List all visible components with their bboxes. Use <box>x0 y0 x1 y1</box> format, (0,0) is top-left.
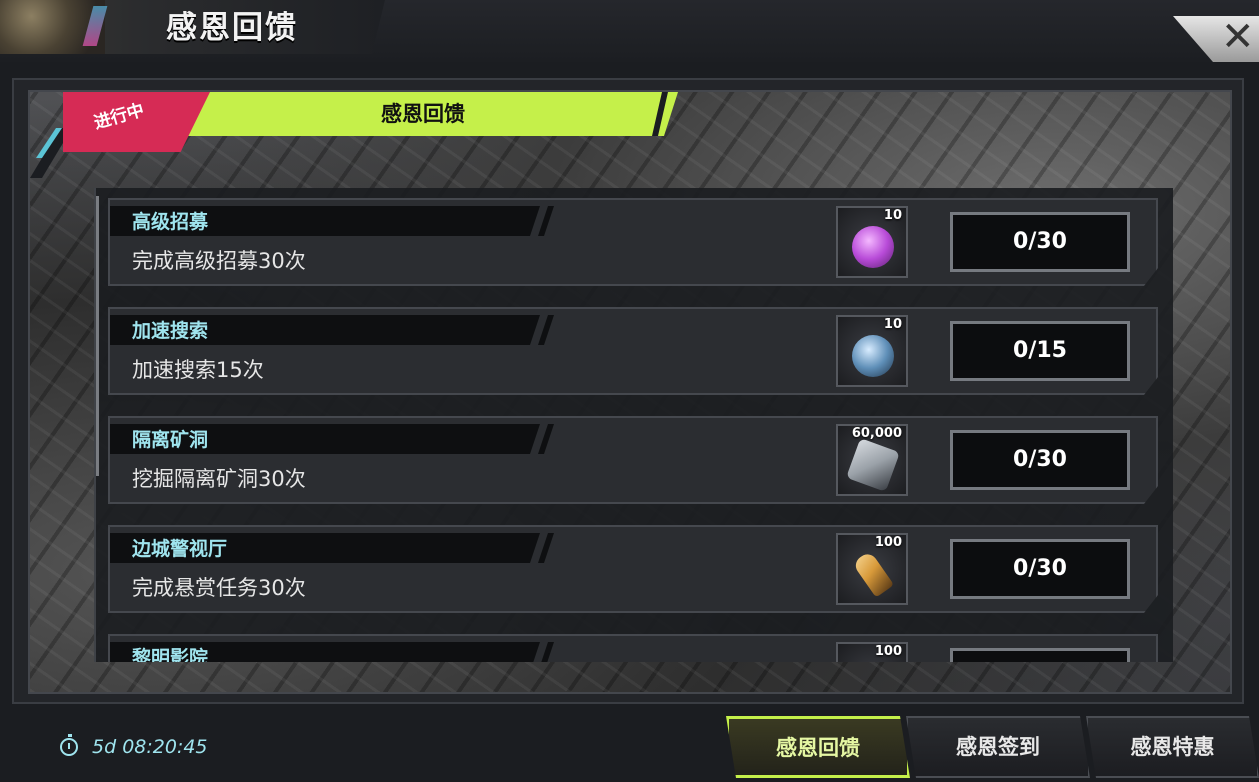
task-title: 高级招募 <box>132 211 209 233</box>
task-title-slash <box>538 206 554 236</box>
character-portrait <box>0 0 105 54</box>
reward-count: 100 <box>874 535 902 550</box>
tab-checkin[interactable]: 感恩签到 <box>906 716 1090 778</box>
reward-count: 10 <box>883 208 902 223</box>
task-title: 黎明影院 <box>132 647 209 662</box>
task-title: 边城警视厅 <box>132 538 228 560</box>
ore-icon <box>846 438 900 492</box>
status-badge-label: 进行中 <box>91 100 147 134</box>
task-title: 隔离矿洞 <box>132 429 209 451</box>
recruit-token-icon <box>852 226 894 268</box>
task-title-slash <box>538 533 554 563</box>
tab-feedback[interactable]: 感恩回馈 <box>726 716 910 778</box>
reward-count: 10 <box>883 317 902 332</box>
task-title-slash <box>538 424 554 454</box>
task-progress: 0/30 <box>950 539 1130 599</box>
event-timer: 5d 08:20:45 <box>92 736 208 758</box>
reward-item[interactable]: 10 <box>836 206 908 278</box>
reward-count: 60,000 <box>851 426 902 441</box>
task-progress <box>950 648 1130 662</box>
speedup-token-icon <box>852 335 894 377</box>
reward-item[interactable]: 10 <box>836 315 908 387</box>
bullet-icon <box>852 550 894 597</box>
scrollbar[interactable] <box>96 196 99 476</box>
task-progress: 0/15 <box>950 321 1130 381</box>
task-row: 边城警视厅 完成悬赏任务30次 100 0/30 <box>108 525 1158 613</box>
tab-special-offer[interactable]: 感恩特惠 <box>1086 716 1259 778</box>
task-progress: 0/30 <box>950 430 1130 490</box>
reward-item[interactable]: 100 <box>836 533 908 605</box>
task-description: 加速搜索15次 <box>132 358 264 382</box>
task-description: 挖掘隔离矿洞30次 <box>132 467 306 491</box>
task-progress: 0/30 <box>950 212 1130 272</box>
task-row: 高级招募 完成高级招募30次 10 0/30 <box>108 198 1158 286</box>
close-icon: ✕ <box>1221 14 1255 60</box>
task-row: 隔离矿洞 挖掘隔离矿洞30次 60,000 0/30 <box>108 416 1158 504</box>
reward-count: 100 <box>874 644 902 659</box>
title-tab: 感恩回馈 <box>0 0 385 54</box>
task-row: 黎明影院 100 <box>108 634 1158 662</box>
reward-item[interactable]: 100 <box>836 642 908 662</box>
event-banner-title: 感恩回馈 <box>381 102 465 126</box>
stopwatch-icon <box>60 734 78 756</box>
task-list[interactable]: 高级招募 完成高级招募30次 10 0/30 加速搜索 加速搜索15次 10 0… <box>94 188 1173 662</box>
window-title: 感恩回馈 <box>166 10 298 46</box>
task-title: 加速搜索 <box>132 320 209 342</box>
task-row: 加速搜索 加速搜索15次 10 0/15 <box>108 307 1158 395</box>
task-description: 完成高级招募30次 <box>132 249 306 273</box>
task-title-slash <box>538 315 554 345</box>
reward-item[interactable]: 60,000 <box>836 424 908 496</box>
task-description: 完成悬赏任务30次 <box>132 576 306 600</box>
task-title-slash <box>538 642 554 662</box>
